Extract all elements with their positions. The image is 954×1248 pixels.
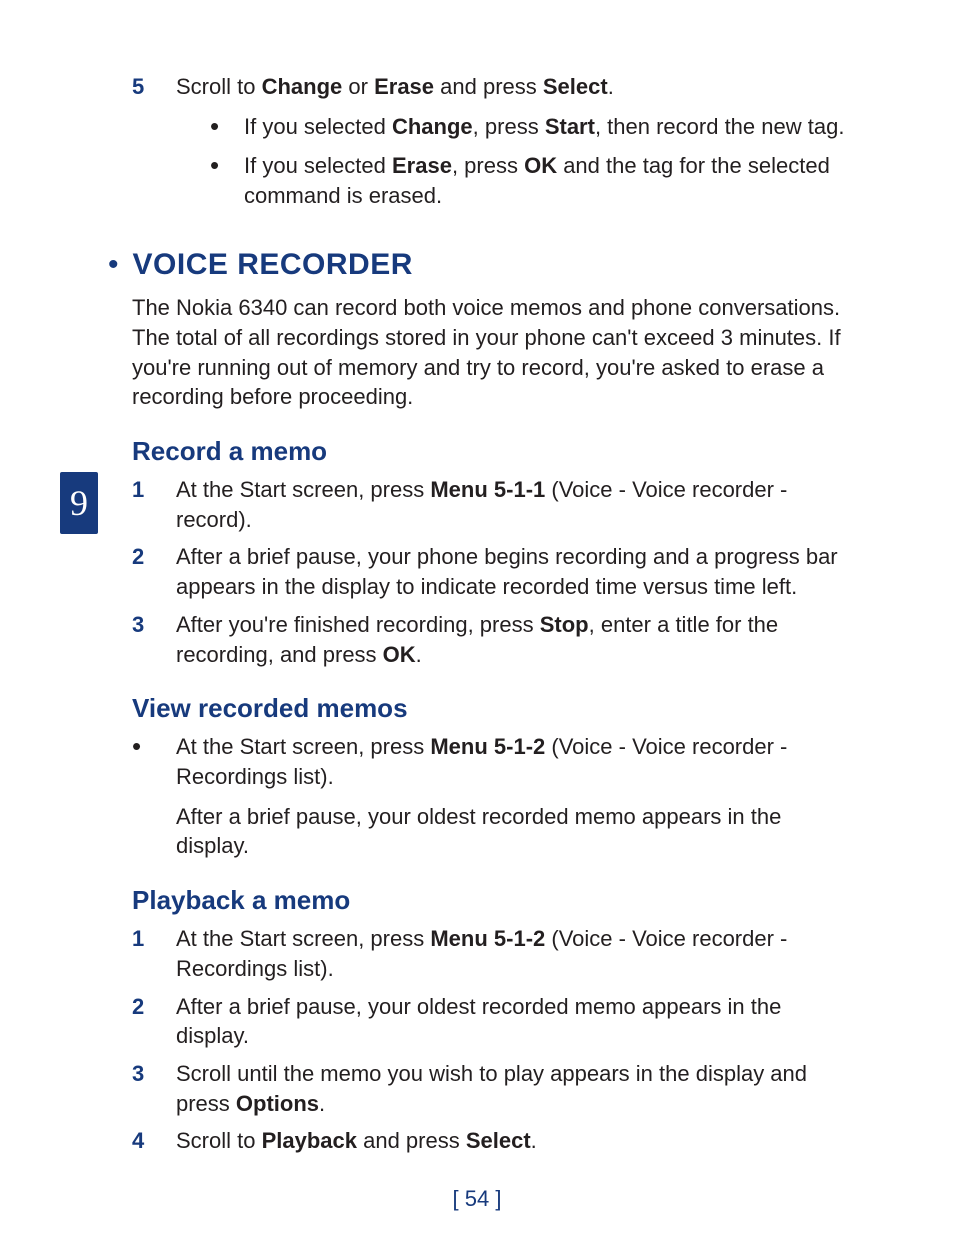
bullet-icon: • (108, 250, 119, 280)
bullet-icon: • (132, 732, 176, 791)
step-text: Scroll to Change or Erase and press Sele… (176, 72, 854, 102)
step-text: At the Start screen, press Menu 5-1-1 (V… (176, 475, 854, 534)
bullet-text: If you selected Change, press Start, the… (244, 112, 854, 142)
record-step-2: 2 After a brief pause, your phone begins… (132, 542, 854, 601)
step-text: After a brief pause, your phone begins r… (176, 542, 854, 601)
bullet-icon: • (210, 112, 244, 142)
step-5-sub-2: • If you selected Erase, press OK and th… (210, 151, 854, 210)
step-number: 1 (132, 924, 176, 983)
step-text: After a brief pause, your oldest recorde… (176, 992, 854, 1051)
page: 9 5 Scroll to Change or Erase and press … (0, 0, 954, 1248)
playback-step-3: 3 Scroll until the memo you wish to play… (132, 1059, 854, 1118)
chapter-tab: 9 (60, 472, 98, 534)
step-5: 5 Scroll to Change or Erase and press Se… (132, 72, 854, 102)
record-step-1: 1 At the Start screen, press Menu 5-1-1 … (132, 475, 854, 534)
section-heading-voice-recorder: • VOICE RECORDER (132, 245, 854, 286)
bullet-text: If you selected Erase, press OK and the … (244, 151, 854, 210)
view-bullet-1: • At the Start screen, press Menu 5-1-2 … (132, 732, 854, 791)
bullet-icon: • (210, 151, 244, 210)
step-number: 5 (132, 72, 176, 102)
playback-step-4: 4 Scroll to Playback and press Select. (132, 1126, 854, 1156)
section-title: VOICE RECORDER (133, 245, 413, 286)
step-number: 2 (132, 992, 176, 1051)
page-number: [ 54 ] (0, 1184, 954, 1214)
step-5-sub-1: • If you selected Change, press Start, t… (210, 112, 854, 142)
record-step-3: 3 After you're finished recording, press… (132, 610, 854, 669)
step-text: At the Start screen, press Menu 5-1-2 (V… (176, 924, 854, 983)
subhead-record-memo: Record a memo (132, 434, 854, 469)
bullet-text: At the Start screen, press Menu 5-1-2 (V… (176, 732, 854, 791)
step-number: 3 (132, 1059, 176, 1118)
step-number: 2 (132, 542, 176, 601)
subhead-playback-memo: Playback a memo (132, 883, 854, 918)
step-number: 4 (132, 1126, 176, 1156)
section-intro: The Nokia 6340 can record both voice mem… (132, 293, 854, 412)
playback-step-2: 2 After a brief pause, your oldest recor… (132, 992, 854, 1051)
step-number: 3 (132, 610, 176, 669)
view-paragraph: After a brief pause, your oldest recorde… (176, 802, 854, 861)
step-text: Scroll until the memo you wish to play a… (176, 1059, 854, 1118)
subhead-view-memos: View recorded memos (132, 691, 854, 726)
step-number: 1 (132, 475, 176, 534)
step-text: After you're finished recording, press S… (176, 610, 854, 669)
playback-step-1: 1 At the Start screen, press Menu 5-1-2 … (132, 924, 854, 983)
step-text: Scroll to Playback and press Select. (176, 1126, 854, 1156)
